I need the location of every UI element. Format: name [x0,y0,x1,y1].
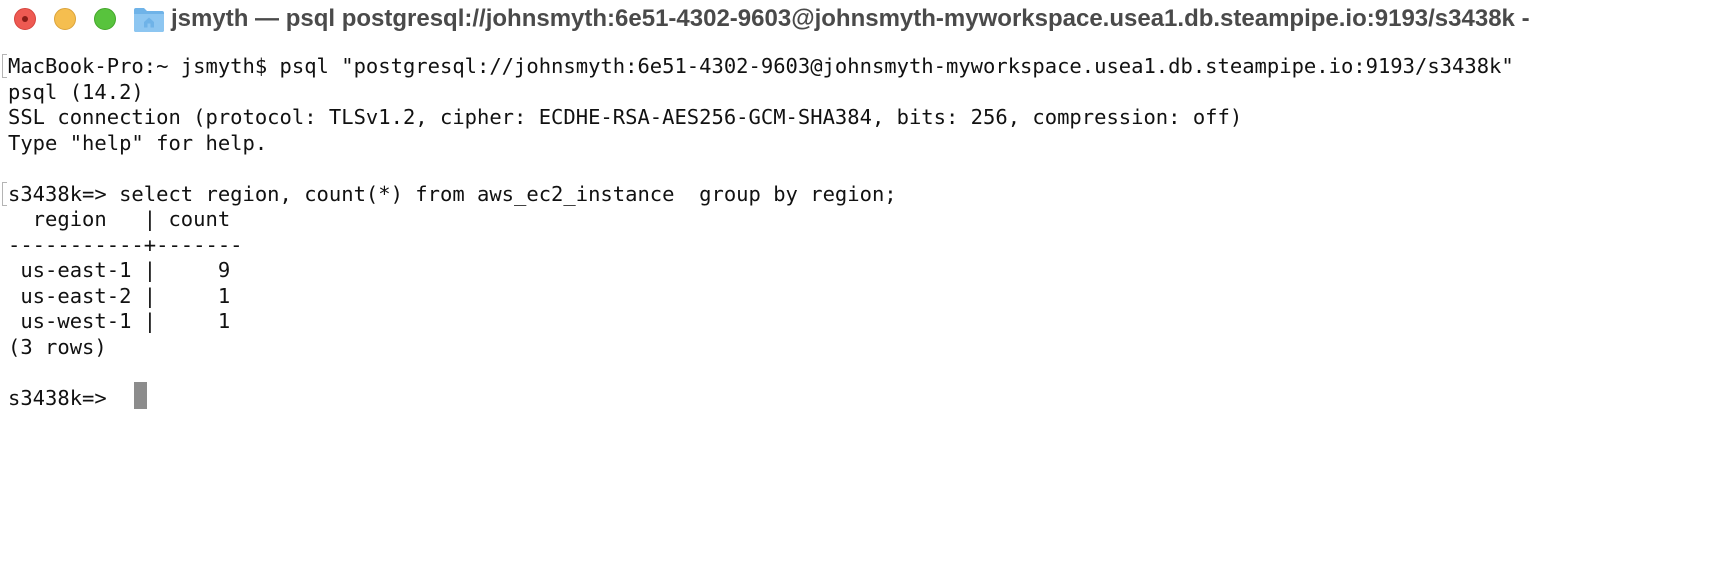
title-bar[interactable]: jsmyth — psql postgresql://johnsmyth:6e5… [0,0,1716,38]
terminal-output[interactable]: MacBook-Pro:~ jsmyth$ psql "postgresql:/… [0,52,1716,572]
minimize-button[interactable] [54,8,76,30]
terminal-line: psql (14.2) [8,79,144,104]
terminal-line: MacBook-Pro:~ jsmyth$ psql "postgresql:/… [8,54,1514,78]
terminal-line: s3438k=> [8,385,120,410]
prompt-mark [2,54,7,78]
terminal-line: (3 rows) [8,334,107,359]
window-title: jsmyth — psql postgresql://johnsmyth:6e5… [171,5,1530,32]
terminal-line: s3438k=> select region, count(*) from aw… [8,181,897,206]
folder-home-icon [134,8,164,32]
terminal-line: -----------+------- [8,232,243,257]
terminal-line: Type "help" for help. [8,130,268,155]
terminal-line: us-west-1 | 1 [8,309,231,333]
terminal-line: SSL connection (protocol: TLSv1.2, ciphe… [8,105,1243,129]
prompt-mark [2,182,7,206]
terminal-window: jsmyth — psql postgresql://johnsmyth:6e5… [0,0,1716,580]
terminal-line: region | count [8,207,231,231]
terminal-line: us-east-2 | 1 [8,283,231,308]
close-dot-icon [22,16,28,22]
zoom-button[interactable] [94,8,116,30]
terminal-line: us-east-1 | 9 [8,258,231,282]
text-cursor [134,382,147,409]
close-button[interactable] [14,8,36,30]
